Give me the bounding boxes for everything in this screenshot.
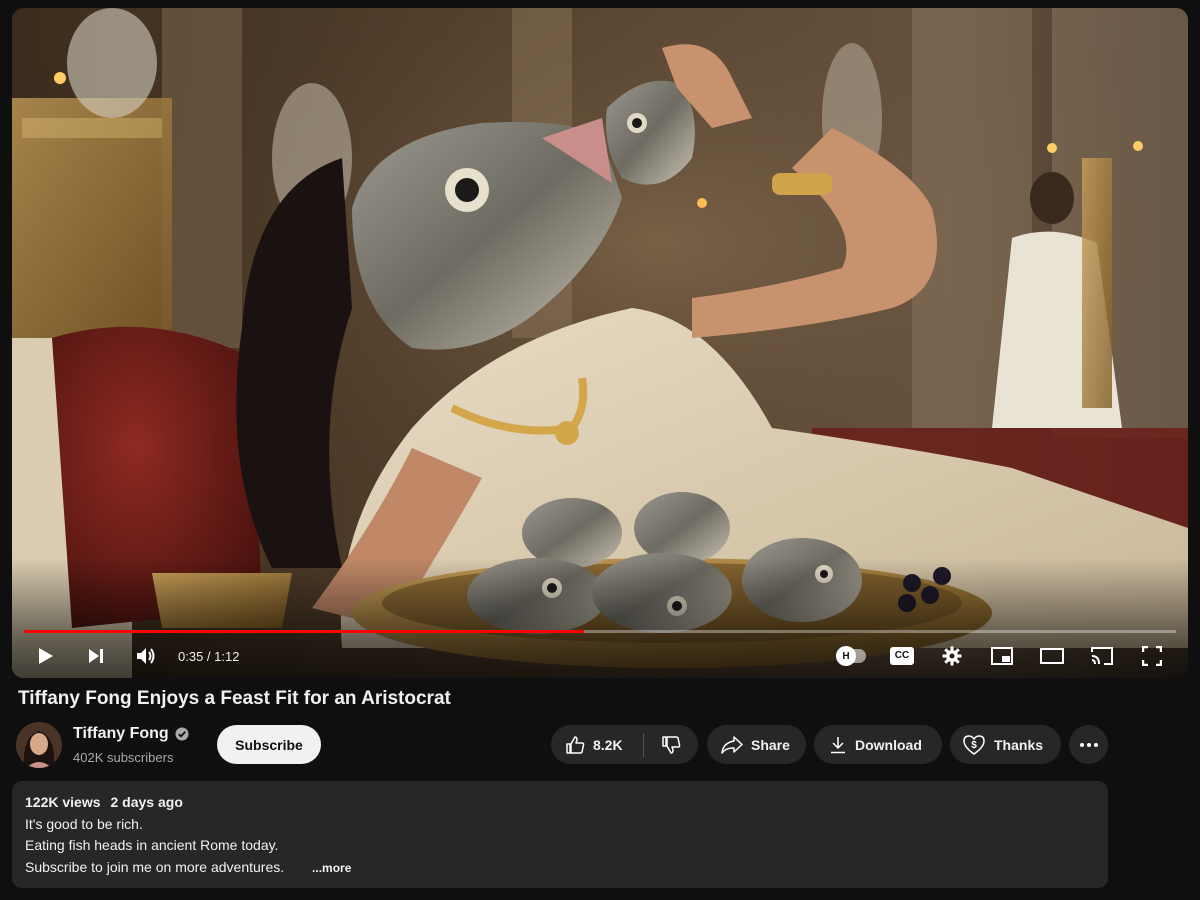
like-button[interactable]: 8.2K [551, 725, 643, 764]
settings-button[interactable] [938, 642, 966, 670]
subscriber-count: 402K subscribers [73, 750, 174, 765]
share-label: Share [751, 736, 790, 753]
play-button[interactable] [32, 642, 60, 670]
subscribe-button[interactable]: Subscribe [217, 725, 321, 764]
like-dislike-group: 8.2K [551, 725, 698, 764]
play-icon [39, 648, 53, 664]
channel-avatar[interactable] [16, 722, 62, 768]
thanks-label: Thanks [994, 736, 1044, 753]
fullscreen-button[interactable] [1138, 642, 1166, 670]
thanks-button[interactable]: $ Thanks [950, 725, 1061, 764]
miniplayer-button[interactable] [988, 642, 1016, 670]
channel-name-text: Tiffany Fong [73, 725, 169, 742]
show-more-link[interactable]: ...more [312, 861, 351, 875]
channel-name[interactable]: Tiffany Fong [73, 725, 189, 743]
svg-text:$: $ [971, 740, 977, 751]
autoplay-knob: H [836, 646, 856, 666]
download-label: Download [855, 736, 922, 753]
description-line-text: Subscribe to join me on more adventures. [25, 858, 285, 875]
upload-date: 2 days ago [110, 794, 183, 810]
volume-button[interactable] [132, 642, 160, 670]
progress-fill [24, 630, 584, 633]
autoplay-toggle[interactable]: H [836, 642, 866, 670]
more-horizontal-icon [1079, 742, 1098, 747]
share-button[interactable]: Share [707, 725, 806, 764]
cast-icon [1091, 647, 1113, 665]
more-actions-button[interactable] [1069, 725, 1108, 764]
verified-check-icon [175, 727, 189, 741]
avatar-image [16, 722, 62, 768]
thumbs-down-icon [661, 735, 681, 755]
skip-next-icon [89, 649, 103, 663]
description-line: Eating fish heads in ancient Rome today. [25, 837, 279, 853]
fullscreen-icon [1142, 646, 1162, 666]
dislike-button[interactable] [644, 725, 698, 764]
youtube-watch-page: 0:35 / 1:12 H CC Tiffany Fong Enjoys a F… [0, 0, 1200, 900]
download-button[interactable]: Download [814, 725, 942, 764]
description-meta: 122K views 2 days ago [25, 792, 1095, 814]
video-title: Tiffany Fong Enjoys a Feast Fit for an A… [18, 688, 451, 709]
cast-button[interactable] [1088, 642, 1116, 670]
player-controls: 0:35 / 1:12 H CC [12, 638, 1188, 674]
download-icon [830, 736, 846, 754]
gear-icon [942, 646, 962, 666]
next-button[interactable] [82, 642, 110, 670]
progress-bar[interactable] [24, 630, 1176, 633]
theater-mode-button[interactable] [1038, 642, 1066, 670]
captions-button[interactable]: CC [888, 642, 916, 670]
description-line: It's good to be rich. [25, 815, 143, 832]
share-icon [721, 735, 743, 754]
view-count: 122K views [25, 794, 101, 810]
cc-icon: CC [889, 647, 915, 665]
miniplayer-icon [991, 647, 1013, 665]
thumbs-up-icon [565, 735, 585, 755]
description-box[interactable]: 122K views 2 days ago It's good to be ri… [12, 781, 1108, 888]
video-player[interactable]: 0:35 / 1:12 H CC [12, 8, 1188, 678]
theater-icon [1040, 648, 1064, 664]
description-line-last: Subscribe to join me on more adventures.… [25, 857, 1095, 880]
like-count: 8.2K [593, 736, 623, 753]
volume-icon [137, 648, 155, 664]
autoplay-toggle-track: H [836, 646, 866, 666]
time-display: 0:35 / 1:12 [178, 648, 240, 664]
heart-dollar-icon: $ [962, 734, 986, 756]
